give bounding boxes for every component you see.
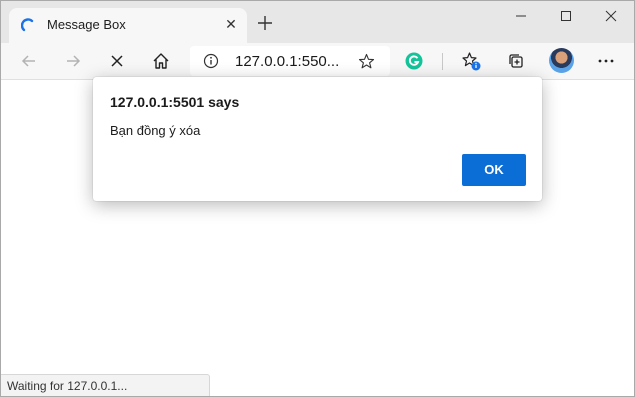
more-menu-icon[interactable] [596,51,616,71]
toolbar-separator [442,53,443,70]
minimize-icon[interactable] [512,7,530,25]
home-icon[interactable] [151,51,171,71]
stop-loading-icon[interactable] [107,51,127,71]
tab-message-box[interactable]: Message Box ✕ [9,8,247,43]
status-bar: Waiting for 127.0.0.1... [1,374,210,396]
alert-dialog: 127.0.0.1:5501 says Bạn đồng ý xóa OK [93,77,542,201]
profile-avatar[interactable] [549,48,574,73]
collections-icon[interactable] [506,51,526,71]
tab-close-icon[interactable]: ✕ [223,16,239,32]
dialog-message: Bạn đồng ý xóa [110,123,201,138]
browser-window: Message Box ✕ 127.0.0.1:550... 127.0.0.1… [0,0,635,397]
favorites-icon[interactable] [461,51,481,71]
tab-title: Message Box [47,17,126,32]
forward-icon[interactable] [63,51,83,71]
loading-spinner-icon [21,18,34,32]
info-icon[interactable] [203,53,219,69]
status-text: Waiting for 127.0.0.1... [7,379,128,393]
close-window-icon[interactable] [602,7,620,25]
dialog-title: 127.0.0.1:5501 says [110,94,240,110]
maximize-icon[interactable] [557,7,575,25]
back-icon[interactable] [19,51,39,71]
address-bar[interactable]: 127.0.0.1:550... [190,46,390,76]
tab-strip: Message Box ✕ [1,1,634,43]
grammarly-icon[interactable] [404,51,424,71]
favorite-star-icon[interactable] [358,53,375,70]
new-tab-icon[interactable] [255,13,275,33]
address-text: 127.0.0.1:550... [235,53,340,70]
toolbar: 127.0.0.1:550... [1,43,634,80]
ok-button[interactable]: OK [462,154,526,186]
